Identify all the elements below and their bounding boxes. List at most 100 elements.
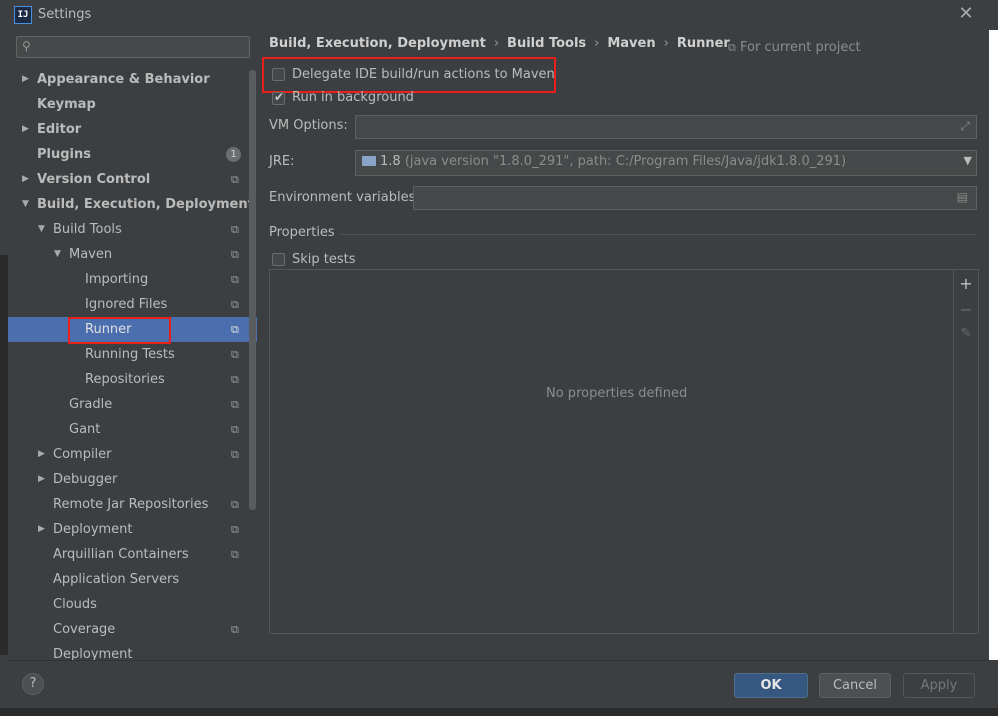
collapsed-arrow-icon[interactable]: ▶ bbox=[22, 67, 29, 92]
breadcrumb-separator: › bbox=[493, 36, 500, 51]
skip-tests-checkbox[interactable] bbox=[272, 253, 285, 266]
delegate-highlight-box bbox=[262, 57, 556, 93]
sidebar-item[interactable]: Application Servers bbox=[8, 567, 257, 592]
scope-text: For current project bbox=[740, 40, 861, 55]
title-bar: IJ Settings ✕ bbox=[0, 0, 998, 30]
background-window-edge bbox=[989, 30, 998, 660]
background-taskbar bbox=[0, 708, 998, 716]
settings-sidebar: ⚲ ▶ Appearance & Behavior Keymap ▶ Editor Plu… bbox=[8, 30, 257, 660]
sidebar-item-label: Importing bbox=[85, 272, 149, 287]
run-in-background-label[interactable]: Run in background bbox=[292, 90, 414, 105]
document-icon[interactable]: ▤ bbox=[957, 190, 968, 204]
checkmark-icon: ✔ bbox=[274, 90, 285, 104]
sidebar-item[interactable]: ▼ Build Tools ⧉ bbox=[8, 217, 257, 242]
breadcrumb-item[interactable]: Maven bbox=[607, 36, 655, 51]
properties-divider bbox=[340, 234, 976, 235]
sidebar-item[interactable]: Plugins 1 bbox=[8, 142, 257, 167]
project-scope-icon: ⧉ bbox=[231, 273, 239, 286]
help-button[interactable]: ? bbox=[22, 673, 44, 695]
project-scope-icon: ⧉ bbox=[231, 298, 239, 311]
folder-icon bbox=[362, 156, 376, 166]
footer-divider bbox=[8, 660, 989, 661]
sidebar-item-label: Deployment bbox=[53, 647, 133, 660]
background-window-edge-left bbox=[0, 255, 8, 655]
collapsed-arrow-icon[interactable]: ▶ bbox=[38, 467, 45, 492]
sidebar-scrollbar[interactable] bbox=[249, 70, 256, 510]
run-in-background-checkbox[interactable]: ✔ bbox=[272, 90, 285, 105]
chevron-down-icon[interactable]: ▼ bbox=[964, 154, 972, 167]
breadcrumb: Build, Execution, Deployment › Build Tools… bbox=[269, 36, 730, 51]
project-scope-icon: ⧉ bbox=[231, 548, 239, 561]
sidebar-item[interactable]: Gant ⧉ bbox=[8, 417, 257, 442]
breadcrumb-separator: › bbox=[594, 36, 600, 51]
sidebar-item[interactable]: ▶ Appearance & Behavior bbox=[8, 67, 257, 92]
update-count-badge: 1 bbox=[226, 147, 241, 162]
remove-icon[interactable]: − bbox=[958, 300, 974, 319]
jre-detail: (java version "1.8.0_291", path: C:/Prog… bbox=[404, 154, 847, 169]
breadcrumb-item: Runner bbox=[676, 36, 730, 51]
settings-search-input[interactable]: ⚲ bbox=[16, 36, 250, 58]
sidebar-item[interactable]: Arquillian Containers ⧉ bbox=[8, 542, 257, 567]
expanded-arrow-icon[interactable]: ▼ bbox=[22, 192, 29, 217]
expanded-arrow-icon[interactable]: ▼ bbox=[54, 242, 61, 267]
vm-options-label: VM Options: bbox=[269, 118, 348, 133]
sidebar-item[interactable]: ▼ Build, Execution, Deployment bbox=[8, 192, 257, 217]
sidebar-item[interactable]: Gradle ⧉ bbox=[8, 392, 257, 417]
jre-dropdown[interactable]: 1.8 (java version "1.8.0_291", path: C:/… bbox=[355, 150, 977, 176]
environment-variables-field[interactable]: ▤ bbox=[413, 186, 977, 210]
sidebar-item[interactable]: ▼ Maven ⧉ bbox=[8, 242, 257, 267]
jre-selected-value: 1.8 (java version "1.8.0_291", path: C:/… bbox=[380, 154, 846, 169]
collapsed-arrow-icon[interactable]: ▶ bbox=[38, 517, 45, 542]
sidebar-item[interactable]: Clouds bbox=[8, 592, 257, 617]
breadcrumb-item[interactable]: Build Tools bbox=[507, 36, 586, 51]
close-window-button[interactable]: ✕ bbox=[958, 4, 974, 24]
sidebar-item[interactable]: Remote Jar Repositories ⧉ bbox=[8, 492, 257, 517]
sidebar-item-label: Build, Execution, Deployment bbox=[37, 197, 254, 212]
sidebar-item-label: Keymap bbox=[37, 97, 96, 112]
project-scope-icon: ⧉ bbox=[231, 248, 239, 261]
add-icon[interactable]: + bbox=[958, 274, 974, 293]
sidebar-item[interactable]: Ignored Files ⧉ bbox=[8, 292, 257, 317]
collapsed-arrow-icon[interactable]: ▶ bbox=[22, 117, 29, 142]
skip-tests-label[interactable]: Skip tests bbox=[292, 252, 356, 267]
collapsed-arrow-icon[interactable]: ▶ bbox=[38, 442, 45, 467]
sidebar-item[interactable]: Keymap bbox=[8, 92, 257, 117]
collapsed-arrow-icon[interactable]: ▶ bbox=[22, 167, 29, 192]
vm-options-field[interactable]: ⤢ bbox=[355, 115, 977, 139]
sidebar-item-label: Clouds bbox=[53, 597, 97, 612]
sidebar-item[interactable]: ▶ Debugger bbox=[8, 467, 257, 492]
empty-properties-text: No properties defined bbox=[546, 386, 688, 401]
breadcrumb-item[interactable]: Build, Execution, Deployment bbox=[269, 36, 486, 51]
sidebar-item[interactable]: ▶ Editor bbox=[8, 117, 257, 142]
sidebar-item[interactable]: Repositories ⧉ bbox=[8, 367, 257, 392]
properties-table[interactable] bbox=[269, 269, 954, 634]
sidebar-item[interactable]: Deployment bbox=[8, 642, 257, 660]
expand-icon[interactable]: ⤢ bbox=[960, 119, 970, 134]
breadcrumb-separator: › bbox=[663, 36, 669, 51]
scope-label: ⧉ For current project bbox=[728, 40, 861, 55]
properties-heading: Properties bbox=[269, 225, 335, 240]
sidebar-item[interactable]: ▶ Deployment ⧉ bbox=[8, 517, 257, 542]
project-scope-icon: ⧉ bbox=[231, 398, 239, 411]
sidebar-item-label: Running Tests bbox=[85, 347, 175, 362]
edit-icon[interactable]: ✎ bbox=[958, 326, 974, 341]
sidebar-item[interactable]: Running Tests ⧉ bbox=[8, 342, 257, 367]
ok-button[interactable]: OK bbox=[734, 673, 808, 698]
sidebar-item-label: Maven bbox=[69, 247, 113, 262]
sidebar-item-label: Compiler bbox=[53, 447, 112, 462]
jre-version: 1.8 bbox=[380, 154, 401, 169]
jre-label: JRE: bbox=[269, 154, 295, 169]
sidebar-item[interactable]: ▶ Compiler ⧉ bbox=[8, 442, 257, 467]
expanded-arrow-icon[interactable]: ▼ bbox=[38, 217, 45, 242]
window-title: Settings bbox=[38, 7, 92, 22]
sidebar-item-label: Application Servers bbox=[53, 572, 180, 587]
apply-button[interactable]: Apply bbox=[903, 673, 975, 698]
cancel-button[interactable]: Cancel bbox=[819, 673, 891, 698]
intellij-app-icon: IJ bbox=[14, 6, 32, 24]
sidebar-item-label: Editor bbox=[37, 122, 82, 137]
sidebar-item-label: Appearance & Behavior bbox=[37, 72, 210, 87]
sidebar-item[interactable]: Importing ⧉ bbox=[8, 267, 257, 292]
sidebar-item[interactable]: ▶ Version Control ⧉ bbox=[8, 167, 257, 192]
project-scope-icon: ⧉ bbox=[231, 223, 239, 236]
sidebar-item[interactable]: Coverage ⧉ bbox=[8, 617, 257, 642]
